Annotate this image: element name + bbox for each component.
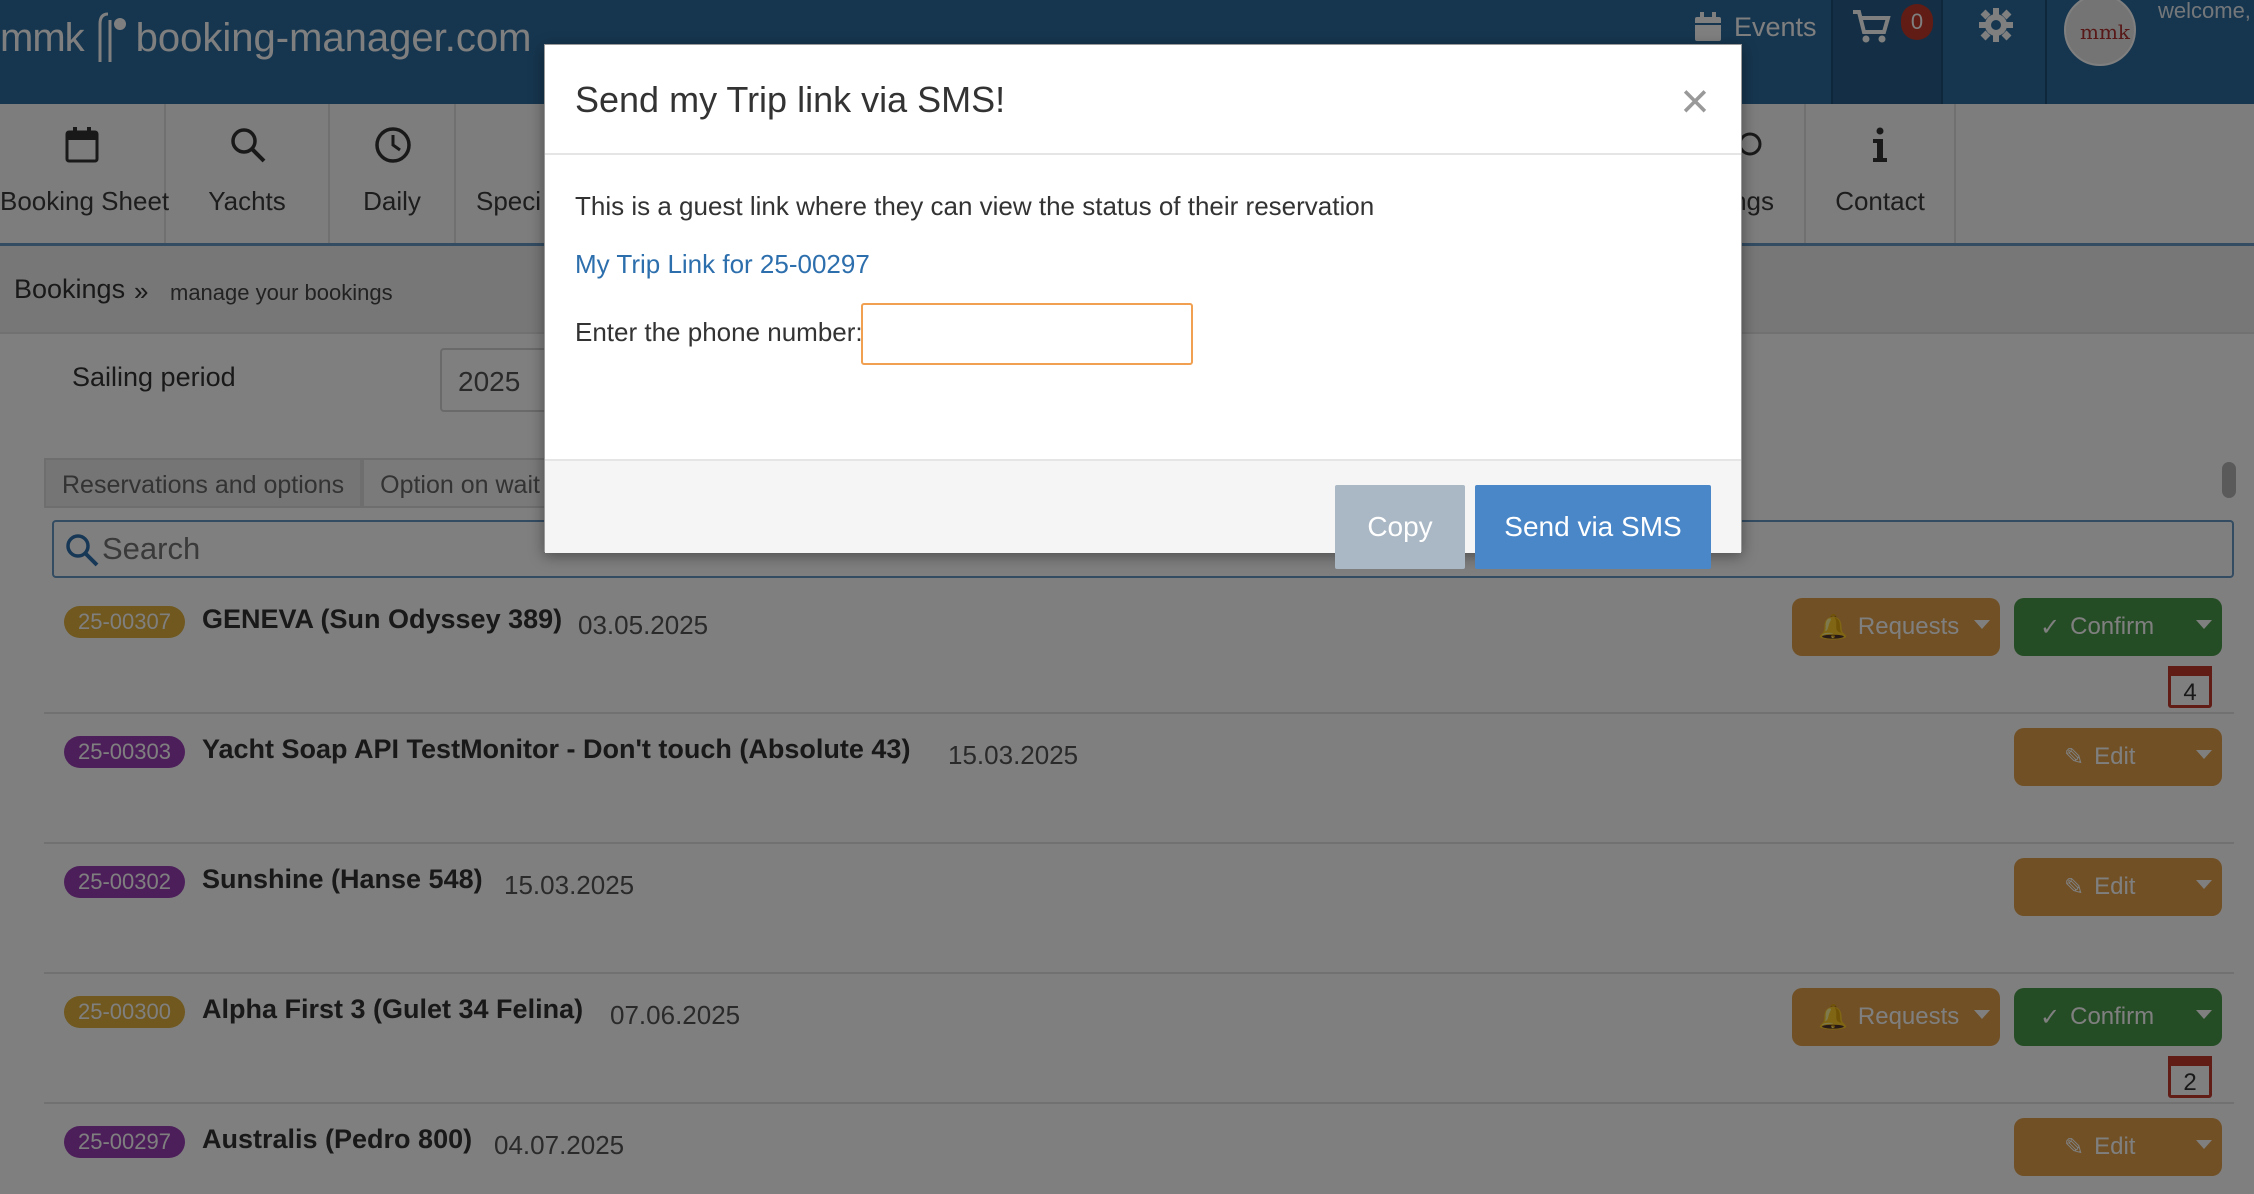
phone-number-label: Enter the phone number: xyxy=(575,317,863,347)
send-via-sms-button[interactable]: Send via SMS xyxy=(1475,485,1711,569)
close-icon[interactable]: × xyxy=(1675,76,1715,126)
dialog-body: This is a guest link where they can view… xyxy=(545,155,1741,459)
sms-trip-link-dialog: Send my Trip link via SMS! × This is a g… xyxy=(544,44,1742,569)
dialog-description: This is a guest link where they can view… xyxy=(575,191,1375,221)
dialog-footer: Copy Send via SMS xyxy=(545,459,1741,569)
phone-number-input[interactable] xyxy=(861,303,1193,365)
dialog-title: Send my Trip link via SMS! xyxy=(575,79,1006,120)
copy-button[interactable]: Copy xyxy=(1335,485,1465,569)
trip-link[interactable]: My Trip Link for 25-00297 xyxy=(575,249,870,280)
dialog-header: Send my Trip link via SMS! × xyxy=(545,45,1741,155)
